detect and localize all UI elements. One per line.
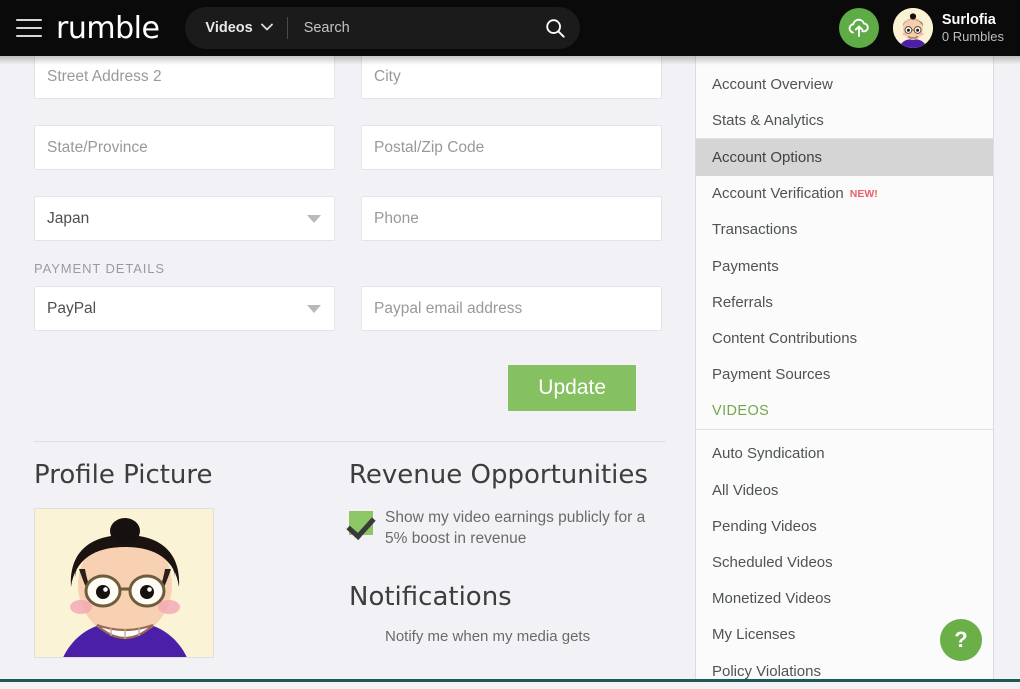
hamburger-bar <box>16 35 42 37</box>
sidebar-item-label: Auto Syndication <box>712 445 825 463</box>
sidebar-item-label: Policy Violations <box>712 662 821 680</box>
sidebar-item-label: Account Verification <box>712 185 844 203</box>
profile-picture-section: Profile Picture <box>34 460 349 658</box>
address-fields-grid <box>34 54 664 241</box>
field-paypal-email <box>361 286 662 331</box>
search-divider <box>286 17 288 39</box>
field-country <box>34 196 335 241</box>
sidebar-item-all-videos[interactable]: All Videos <box>696 472 993 508</box>
earnings-visibility-row[interactable]: Show my video earnings publicly for a 5%… <box>349 508 664 550</box>
notifications-heading: Notifications <box>349 581 512 612</box>
sidebar-item-auto-syndication[interactable]: Auto Syndication <box>696 436 993 472</box>
sidebar-item-policy-violations[interactable]: Policy Violations <box>696 653 993 689</box>
update-button[interactable]: Update <box>508 365 636 411</box>
field-street-address-2 <box>34 54 335 99</box>
search-category-label: Videos <box>205 20 253 36</box>
sidebar-item-scheduled-videos[interactable]: Scheduled Videos <box>696 544 993 580</box>
account-options-form: PAYMENT DETAILS Update Profile Picture <box>0 54 694 682</box>
user-account-menu[interactable]: Surlofia 0 Rumbles <box>892 8 1004 48</box>
profile-picture-heading: Profile Picture <box>34 460 213 490</box>
sidebar-item-label: Account Options <box>712 148 823 166</box>
notifications-first-item: Notify me when my media gets <box>385 627 591 645</box>
payment-details-label: PAYMENT DETAILS <box>34 261 166 276</box>
search-bar: Videos <box>185 7 581 49</box>
street-address-2-input[interactable] <box>34 54 335 99</box>
field-postal-zip <box>361 125 662 170</box>
profile-picture-image[interactable] <box>34 508 214 658</box>
search-input[interactable] <box>301 19 539 37</box>
top-navbar: rumble Videos Search Surlofia 0 Rumbles <box>0 0 1020 56</box>
rumble-logo[interactable]: rumble <box>56 11 160 46</box>
hamburger-menu-icon[interactable] <box>16 19 42 37</box>
sidebar-item-label: Payments <box>712 257 779 275</box>
new-badge: NEW! <box>849 187 878 200</box>
sidebar-item-label: Transactions <box>712 221 798 239</box>
field-phone <box>361 196 662 241</box>
sidebar-item-label: Referrals <box>712 293 773 311</box>
chevron-down-icon <box>260 22 273 34</box>
user-name: Surlofia <box>941 11 996 28</box>
postal-zip-code-input[interactable] <box>361 125 662 170</box>
sidebar-item-label: Stats & Analytics <box>712 111 824 129</box>
paypal-email-input[interactable] <box>361 286 662 331</box>
sidebar-item-account-options[interactable]: Account Options <box>696 139 993 176</box>
navbar-right-group: Surlofia 0 Rumbles <box>838 8 1004 48</box>
field-state-province <box>34 125 335 170</box>
sidebar-item-label: Monetized Videos <box>712 590 831 608</box>
cloud-upload-icon[interactable] <box>838 8 879 48</box>
avatar <box>892 8 933 48</box>
section-divider <box>34 441 666 442</box>
sidebar-item-payment-sources[interactable]: Payment Sources <box>696 357 993 393</box>
revenue-notifications-section: Revenue Opportunities Show my video earn… <box>349 460 664 658</box>
sidebar-item-label: Content Contributions <box>712 329 858 347</box>
lower-sections: Profile Picture Revenue Opportunities Sh… <box>34 460 664 658</box>
sidebar-section-header-videos: VIDEOS <box>696 393 993 429</box>
sidebar-section-label: VIDEOS <box>712 402 770 419</box>
sidebar-item-label: All Videos <box>712 481 779 499</box>
sidebar-item-referrals[interactable]: Referrals <box>696 284 993 320</box>
sidebar-item-payments[interactable]: Payments <box>696 248 993 284</box>
earnings-visibility-checkbox[interactable] <box>349 511 373 535</box>
country-select[interactable] <box>34 196 335 241</box>
user-rumbles-count: 0 Rumbles <box>941 28 1004 44</box>
phone-input[interactable] <box>361 196 662 241</box>
hamburger-bar <box>16 27 42 29</box>
city-input[interactable] <box>361 54 662 99</box>
sidebar-item-label: My Licenses <box>712 626 796 644</box>
sidebar-item-content-contributions[interactable]: Content Contributions <box>696 320 993 356</box>
payment-method-select[interactable] <box>34 286 335 331</box>
payment-method-value[interactable] <box>34 286 335 331</box>
sidebar-item-account-overview[interactable]: Account Overview <box>696 66 993 102</box>
help-button[interactable]: ? <box>940 619 982 661</box>
sidebar-group-account: Account Options Account Verification NEW… <box>696 139 993 429</box>
user-info: Surlofia 0 Rumbles <box>942 12 1004 44</box>
sidebar-item-label: Payment Sources <box>712 366 831 384</box>
revenue-opportunities-heading: Revenue Opportunities <box>349 460 648 490</box>
payment-fields-grid <box>34 286 664 331</box>
sidebar-item-account-verification[interactable]: Account Verification NEW! <box>696 176 993 212</box>
account-sidebar: Account Overview Stats & Analytics Accou… <box>694 56 1020 682</box>
state-province-input[interactable] <box>34 125 335 170</box>
sidebar-panel: Account Overview Stats & Analytics Accou… <box>695 56 994 682</box>
sidebar-item-label: Scheduled Videos <box>712 554 833 572</box>
field-city <box>361 54 662 99</box>
sidebar-item-label: Pending Videos <box>712 517 817 535</box>
hamburger-bar <box>16 19 42 21</box>
country-select-value[interactable] <box>34 196 335 241</box>
sidebar-item-monetized-videos[interactable]: Monetized Videos <box>696 581 993 617</box>
update-button-row: Update <box>34 365 664 411</box>
sidebar-item-transactions[interactable]: Transactions <box>696 212 993 248</box>
field-payment-method <box>34 286 335 331</box>
search-category-dropdown[interactable]: Videos <box>205 20 273 36</box>
page-body: PAYMENT DETAILS Update Profile Picture <box>0 54 1020 682</box>
sidebar-item-pending-videos[interactable]: Pending Videos <box>696 508 993 544</box>
sidebar-group-overview: Account Overview Stats & Analytics <box>696 56 993 138</box>
sidebar-item-label: Account Overview <box>712 75 833 93</box>
search-icon[interactable] <box>538 11 572 45</box>
earnings-visibility-label: Show my video earnings publicly for a 5%… <box>385 509 646 547</box>
sidebar-item-stats-analytics[interactable]: Stats & Analytics <box>696 102 993 138</box>
